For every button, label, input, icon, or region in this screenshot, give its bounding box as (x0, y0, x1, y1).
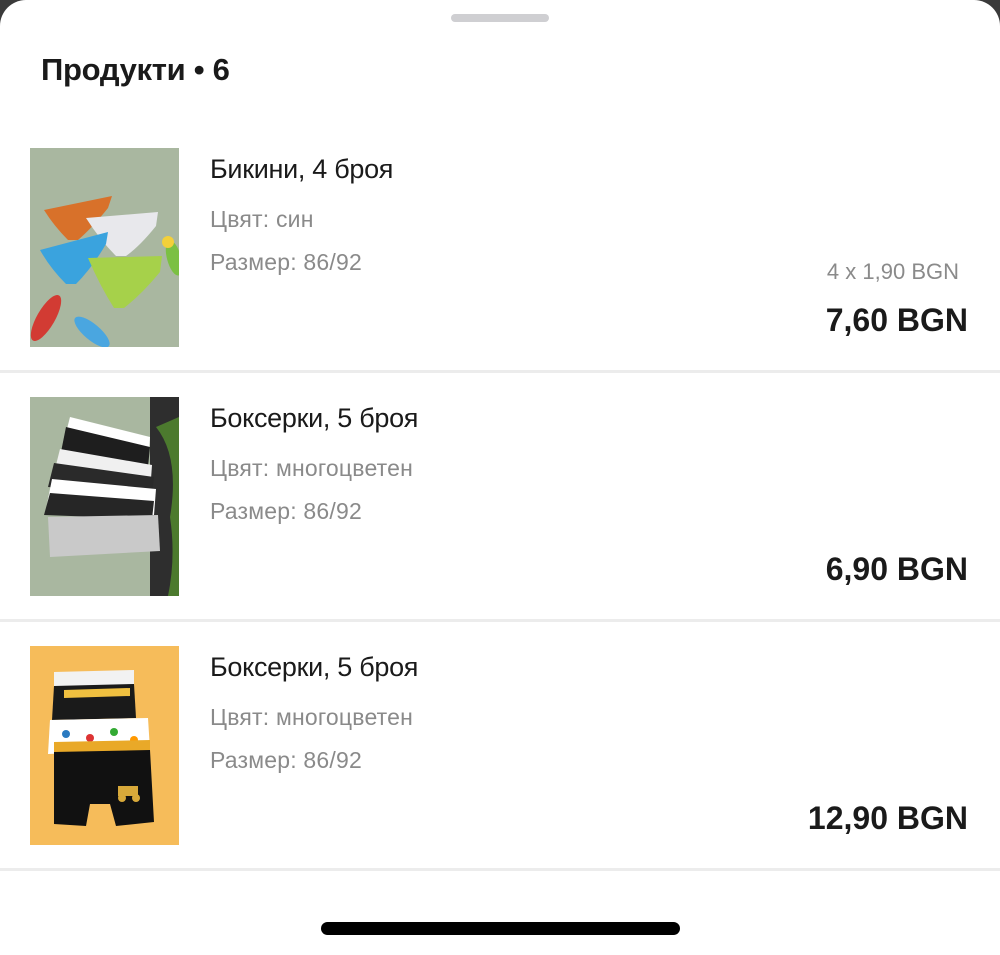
product-list: Бикини, 4 броя Цвят: син Размер: 86/92 4… (0, 124, 1000, 871)
product-image[interactable] (30, 148, 179, 347)
product-size: Размер: 86/92 (210, 747, 362, 773)
product-item[interactable]: Бикини, 4 броя Цвят: син Размер: 86/92 4… (0, 124, 1000, 373)
page-title: Продукти • 6 (41, 52, 230, 87)
product-title: Боксерки, 5 броя (210, 403, 419, 433)
boxers-gray-pack-photo (30, 397, 179, 596)
product-item[interactable]: Боксерки, 5 броя Цвят: многоцветен Разме… (0, 373, 1000, 622)
bikini-pack-photo (30, 148, 179, 347)
product-size: Размер: 86/92 (210, 249, 362, 275)
product-color: Цвят: многоцветен (210, 455, 414, 481)
product-color: Цвят: многоцветен (210, 704, 414, 730)
home-indicator[interactable] (321, 922, 680, 935)
product-item[interactable]: Боксерки, 5 броя Цвят: многоцветен Разме… (0, 622, 1000, 871)
product-title: Бикини, 4 броя (210, 154, 394, 184)
sheet-grabber-handle[interactable] (451, 14, 549, 22)
product-price: 12,90 BGN (807, 800, 968, 836)
product-price: 7,60 BGN (825, 302, 968, 338)
product-price: 6,90 BGN (825, 551, 968, 587)
product-unit-price: 4 x 1,90 BGN (826, 259, 959, 284)
product-size: Размер: 86/92 (210, 498, 362, 524)
bottom-sheet: Продукти • 6 Бикини, 4 броя Цвят: син Ра… (0, 0, 1000, 955)
product-image[interactable] (30, 646, 179, 845)
product-title: Боксерки, 5 броя (210, 652, 419, 682)
product-color: Цвят: син (210, 206, 314, 232)
boxers-tractor-pack-photo (30, 646, 179, 845)
product-image[interactable] (30, 397, 179, 596)
